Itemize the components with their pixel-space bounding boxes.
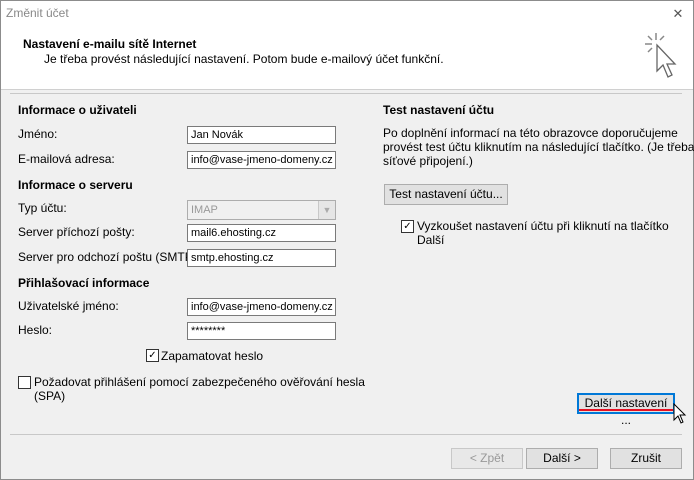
window-title: Změnit účet	[6, 6, 69, 20]
back-button[interactable]: < Zpět	[451, 448, 523, 469]
password-label: Heslo:	[18, 323, 53, 337]
test-heading: Test nastavení účtu	[383, 103, 495, 117]
email-field[interactable]: info@vase-jmeno-domeny.cz	[187, 151, 336, 169]
more-settings-underline	[579, 409, 673, 411]
username-field[interactable]: info@vase-jmeno-domeny.cz	[187, 298, 336, 316]
remember-password-checkbox[interactable]: ✓	[146, 349, 159, 362]
spa-checkbox[interactable]	[18, 376, 31, 389]
name-label: Jméno:	[18, 127, 58, 141]
header-subtitle: Je třeba provést následující nastavení. …	[44, 52, 444, 66]
user-info-heading: Informace o uživateli	[18, 103, 137, 117]
header-title: Nastavení e-mailu sítě Internet	[23, 37, 197, 51]
test-description-1: Po doplnění informací na této obrazovce …	[383, 126, 678, 140]
email-label: E-mailová adresa:	[18, 152, 115, 166]
auto-test-label-2: Další	[417, 233, 445, 247]
account-type-value: IMAP	[191, 204, 218, 216]
top-separator	[10, 93, 682, 94]
incoming-server-label: Server příchozí pošty:	[18, 225, 135, 239]
password-field[interactable]: ********	[187, 322, 336, 340]
remember-password-label: Zapamatovat heslo	[161, 349, 264, 363]
account-type-label: Typ účtu:	[18, 201, 67, 215]
mouse-pointer-icon	[673, 403, 687, 424]
username-label: Uživatelské jméno:	[18, 299, 119, 313]
test-description-3: síťové připojení.)	[383, 154, 473, 168]
change-account-dialog: Změnit účet ✕ Nastavení e-mailu sítě Int…	[0, 0, 694, 480]
spa-label-2: (SPA)	[34, 389, 66, 403]
login-info-heading: Přihlašovací informace	[18, 276, 150, 290]
title-bar: Změnit účet ✕	[1, 1, 693, 29]
spa-label: Požadovat přihlášení pomocí zabezpečenéh…	[34, 375, 365, 389]
header-panel: Nastavení e-mailu sítě Internet Je třeba…	[1, 29, 693, 90]
bottom-separator	[10, 434, 682, 435]
chevron-down-icon: ▼	[318, 201, 335, 219]
outgoing-server-label: Server pro odchozí poštu (SMTP):	[18, 250, 201, 264]
server-info-heading: Informace o serveru	[18, 178, 133, 192]
cancel-button[interactable]: Zrušit	[610, 448, 682, 469]
close-icon[interactable]: ✕	[669, 5, 687, 23]
next-button[interactable]: Další >	[526, 448, 598, 469]
account-type-select: IMAP ▼	[187, 200, 336, 220]
click-cursor-icon	[645, 33, 677, 78]
auto-test-checkbox[interactable]: ✓	[401, 220, 414, 233]
auto-test-label: Vyzkoušet nastavení účtu při kliknutí na…	[417, 219, 669, 233]
name-field[interactable]: Jan Novák	[187, 126, 336, 144]
incoming-server-field[interactable]: mail6.ehosting.cz	[187, 224, 336, 242]
test-description-2: provést test účtu kliknutím na následují…	[383, 140, 694, 154]
test-account-button[interactable]: Test nastavení účtu...	[384, 184, 508, 205]
outgoing-server-field[interactable]: smtp.ehosting.cz	[187, 249, 336, 267]
